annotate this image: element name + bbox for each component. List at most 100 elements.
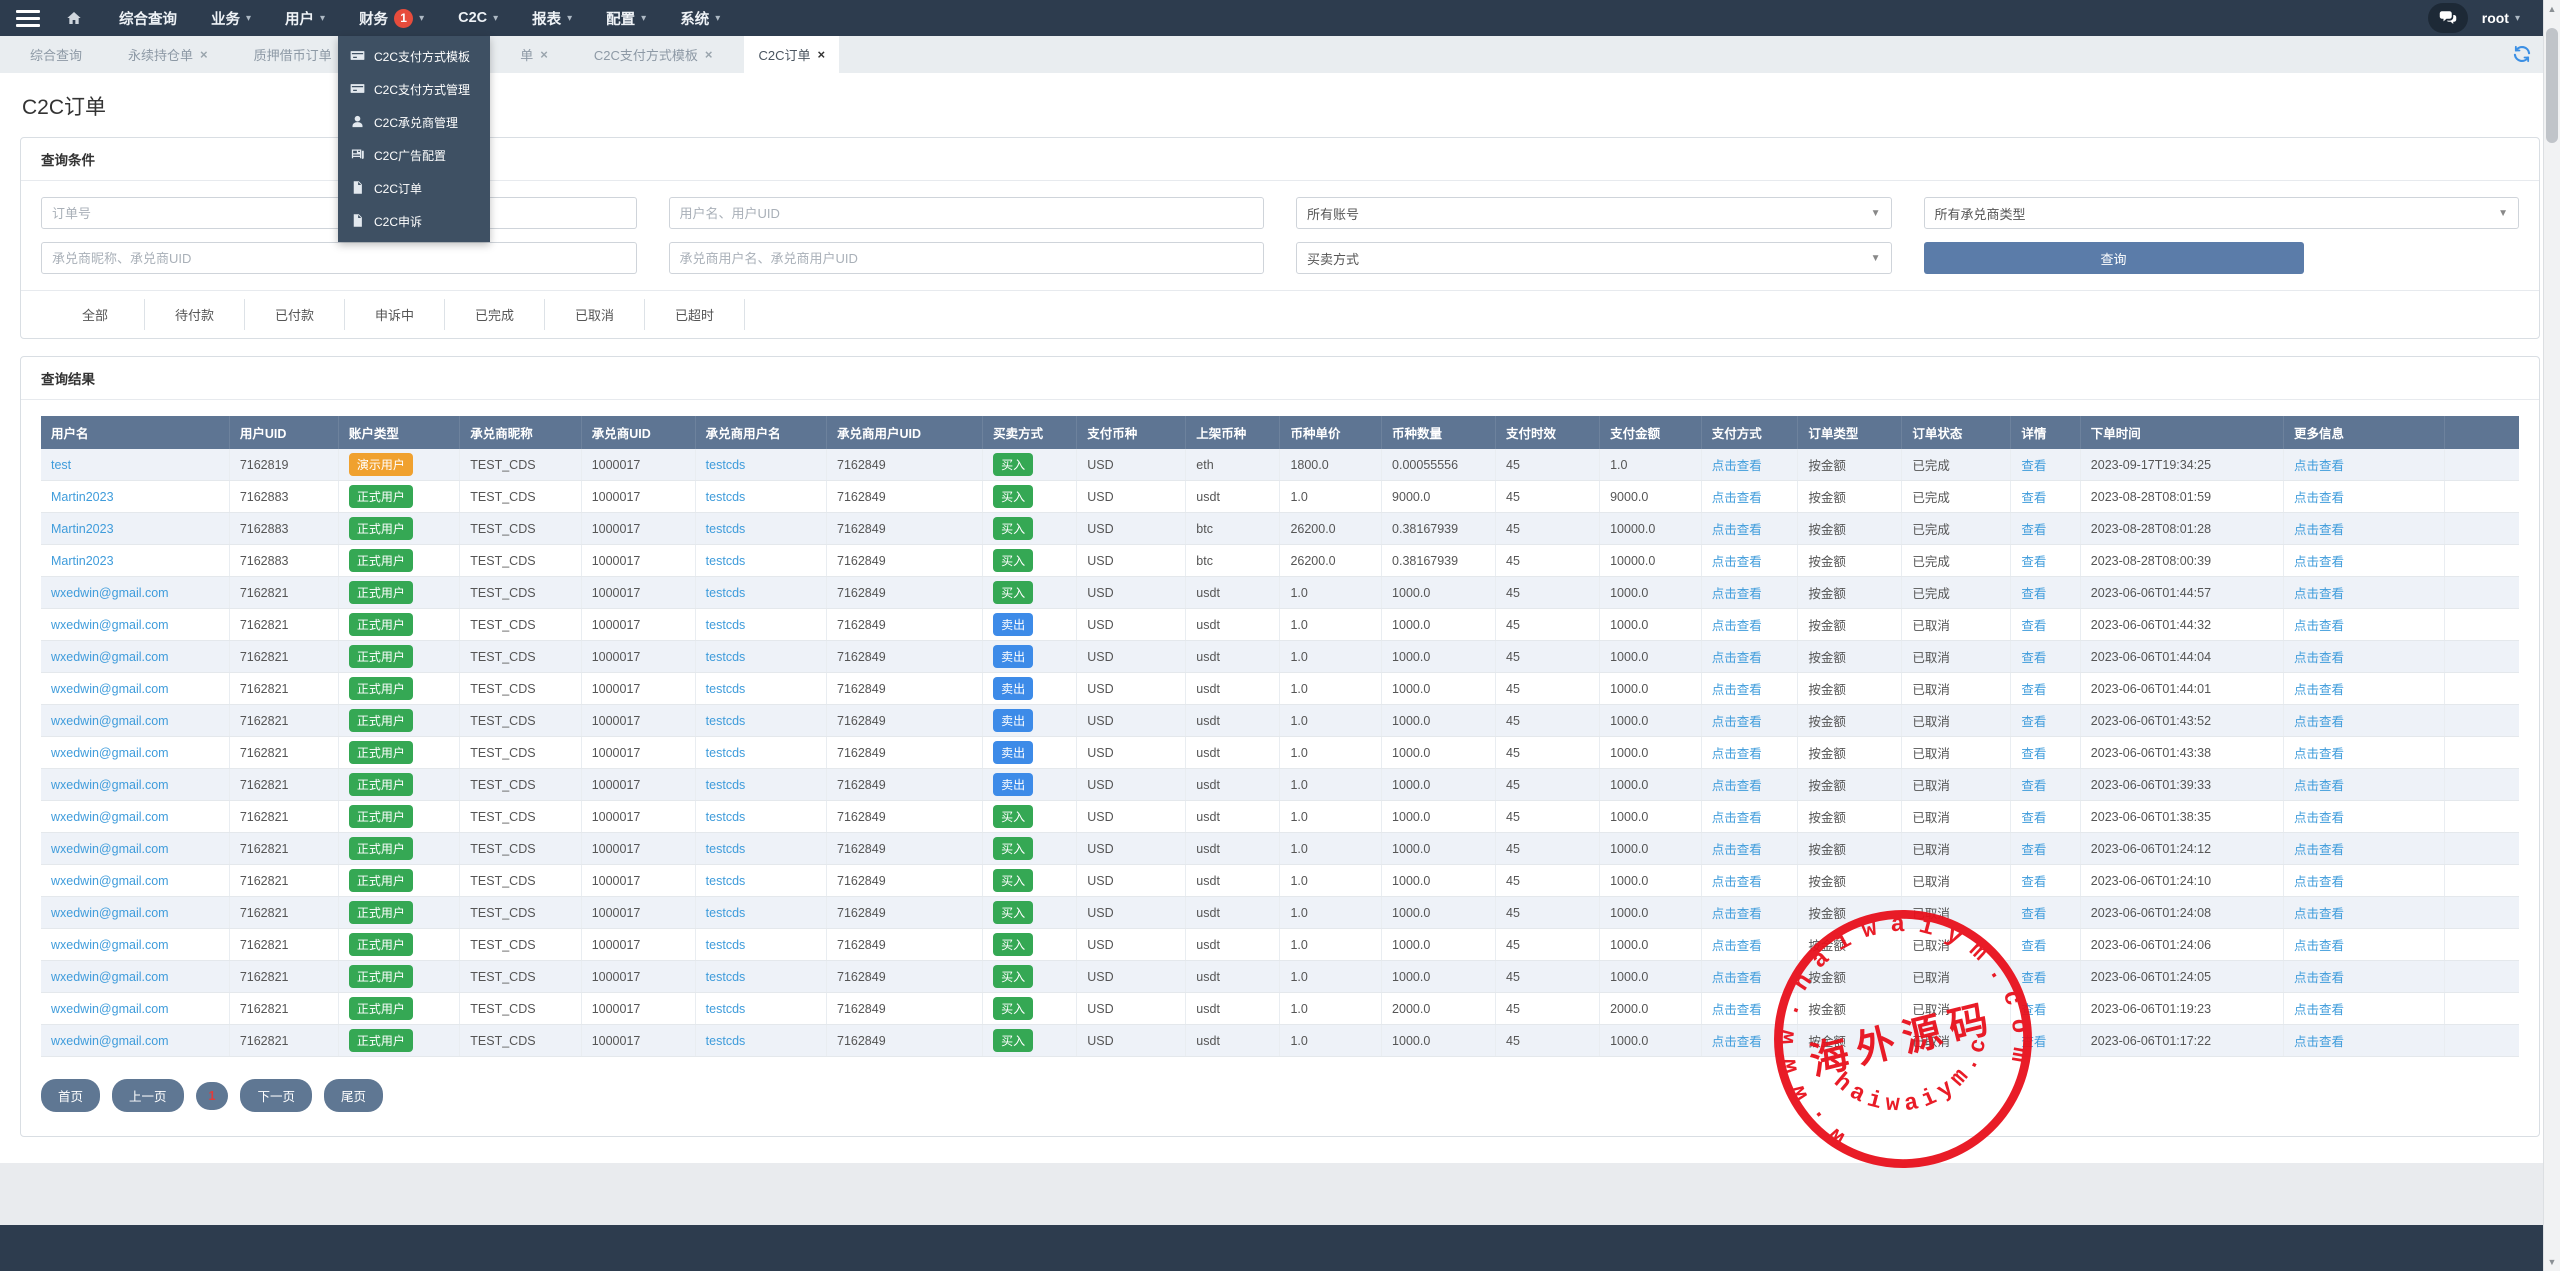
- more-info-link[interactable]: 点击查看: [2294, 491, 2344, 505]
- status-tab-已取消[interactable]: 已取消: [545, 299, 645, 330]
- acceptor-username-link[interactable]: testcds: [706, 874, 746, 888]
- scrollbar-thumb[interactable]: [2546, 28, 2558, 143]
- detail-link[interactable]: 查看: [2021, 715, 2046, 729]
- more-info-link[interactable]: 点击查看: [2294, 683, 2344, 697]
- username-link[interactable]: wxedwin@gmail.com: [51, 938, 169, 952]
- current-page-button[interactable]: 1: [196, 1082, 229, 1110]
- more-info-link[interactable]: 点击查看: [2294, 971, 2344, 985]
- dropdown-item-C2C申诉[interactable]: C2C申诉: [338, 205, 490, 238]
- acceptor-username-link[interactable]: testcds: [706, 714, 746, 728]
- status-tab-已付款[interactable]: 已付款: [245, 299, 345, 330]
- detail-link[interactable]: 查看: [2021, 843, 2046, 857]
- username-link[interactable]: wxedwin@gmail.com: [51, 970, 169, 984]
- acceptor-username-link[interactable]: testcds: [706, 650, 746, 664]
- pay-method-link[interactable]: 点击查看: [1712, 971, 1762, 985]
- detail-link[interactable]: 查看: [2021, 523, 2046, 537]
- username-link[interactable]: wxedwin@gmail.com: [51, 746, 169, 760]
- detail-link[interactable]: 查看: [2021, 811, 2046, 825]
- account-select[interactable]: 所有账号 ▼: [1296, 197, 1892, 229]
- tab-单[interactable]: 单×: [506, 36, 562, 73]
- browser-scrollbar[interactable]: ▲ ▼: [2543, 0, 2560, 1271]
- pay-method-link[interactable]: 点击查看: [1712, 843, 1762, 857]
- pay-method-link[interactable]: 点击查看: [1712, 1003, 1762, 1017]
- acceptor-username-link[interactable]: testcds: [706, 458, 746, 472]
- detail-link[interactable]: 查看: [2021, 971, 2046, 985]
- username-link[interactable]: wxedwin@gmail.com: [51, 586, 169, 600]
- scrollbar-down-arrow[interactable]: ▼: [2544, 1257, 2560, 1267]
- acceptor-username-link[interactable]: testcds: [706, 1034, 746, 1048]
- username-link[interactable]: wxedwin@gmail.com: [51, 1002, 169, 1016]
- username-link[interactable]: wxedwin@gmail.com: [51, 682, 169, 696]
- detail-link[interactable]: 查看: [2021, 939, 2046, 953]
- dropdown-item-C2C订单[interactable]: C2C订单: [338, 172, 490, 205]
- more-info-link[interactable]: 点击查看: [2294, 1003, 2344, 1017]
- more-info-link[interactable]: 点击查看: [2294, 811, 2344, 825]
- scrollbar-up-arrow[interactable]: ▲: [2544, 4, 2560, 14]
- status-tab-申诉中[interactable]: 申诉中: [345, 299, 445, 330]
- home-icon[interactable]: [56, 0, 88, 36]
- tab-永续持仓单[interactable]: 永续持仓单×: [114, 36, 222, 73]
- pay-method-link[interactable]: 点击查看: [1712, 587, 1762, 601]
- more-info-link[interactable]: 点击查看: [2294, 523, 2344, 537]
- chat-button[interactable]: [2428, 3, 2468, 33]
- acceptor-username-link[interactable]: testcds: [706, 586, 746, 600]
- pay-method-link[interactable]: 点击查看: [1712, 619, 1762, 633]
- acceptor-username-link[interactable]: testcds: [706, 682, 746, 696]
- pay-method-link[interactable]: 点击查看: [1712, 907, 1762, 921]
- username-link[interactable]: Martin2023: [51, 490, 114, 504]
- acceptor-username-link[interactable]: testcds: [706, 842, 746, 856]
- acceptor-username-link[interactable]: testcds: [706, 746, 746, 760]
- acceptor-username-link[interactable]: testcds: [706, 618, 746, 632]
- acceptor-username-link[interactable]: testcds: [706, 970, 746, 984]
- more-info-link[interactable]: 点击查看: [2294, 619, 2344, 633]
- acceptor-username-link[interactable]: testcds: [706, 522, 746, 536]
- nav-item-配置[interactable]: 配置▾: [589, 0, 663, 36]
- dropdown-item-C2C广告配置[interactable]: C2C广告配置: [338, 139, 490, 172]
- pay-method-link[interactable]: 点击查看: [1712, 715, 1762, 729]
- status-tab-待付款[interactable]: 待付款: [145, 299, 245, 330]
- more-info-link[interactable]: 点击查看: [2294, 747, 2344, 761]
- nav-item-用户[interactable]: 用户▾: [268, 0, 342, 36]
- detail-link[interactable]: 查看: [2021, 555, 2046, 569]
- detail-link[interactable]: 查看: [2021, 619, 2046, 633]
- detail-link[interactable]: 查看: [2021, 587, 2046, 601]
- detail-link[interactable]: 查看: [2021, 875, 2046, 889]
- username-link[interactable]: wxedwin@gmail.com: [51, 778, 169, 792]
- user-menu[interactable]: root ▾: [2482, 10, 2520, 26]
- acceptor-input[interactable]: [41, 242, 637, 274]
- close-icon[interactable]: ×: [705, 47, 713, 62]
- pay-method-link[interactable]: 点击查看: [1712, 779, 1762, 793]
- username-link[interactable]: wxedwin@gmail.com: [51, 842, 169, 856]
- username-link[interactable]: wxedwin@gmail.com: [51, 714, 169, 728]
- more-info-link[interactable]: 点击查看: [2294, 875, 2344, 889]
- dropdown-item-C2C支付方式管理[interactable]: C2C支付方式管理: [338, 73, 490, 106]
- acceptor-username-link[interactable]: testcds: [706, 810, 746, 824]
- acceptor-username-link[interactable]: testcds: [706, 1002, 746, 1016]
- pay-method-link[interactable]: 点击查看: [1712, 747, 1762, 761]
- acceptor-user-input[interactable]: [669, 242, 1265, 274]
- username-link[interactable]: Martin2023: [51, 554, 114, 568]
- detail-link[interactable]: 查看: [2021, 491, 2046, 505]
- search-button[interactable]: 查询: [1924, 242, 2304, 274]
- more-info-link[interactable]: 点击查看: [2294, 459, 2344, 473]
- tab-C2C支付方式模板[interactable]: C2C支付方式模板×: [580, 36, 727, 73]
- dropdown-item-C2C支付方式模板[interactable]: C2C支付方式模板: [338, 40, 490, 73]
- last-page-button[interactable]: 尾页: [324, 1079, 383, 1112]
- acceptor-username-link[interactable]: testcds: [706, 778, 746, 792]
- nav-item-C2C[interactable]: C2C▾: [441, 0, 515, 36]
- more-info-link[interactable]: 点击查看: [2294, 555, 2344, 569]
- nav-item-系统[interactable]: 系统▾: [663, 0, 737, 36]
- more-info-link[interactable]: 点击查看: [2294, 907, 2344, 921]
- username-link[interactable]: test: [51, 458, 71, 472]
- detail-link[interactable]: 查看: [2021, 683, 2046, 697]
- refresh-icon[interactable]: [2512, 44, 2532, 64]
- username-link[interactable]: wxedwin@gmail.com: [51, 906, 169, 920]
- first-page-button[interactable]: 首页: [41, 1079, 100, 1112]
- status-tab-已超时[interactable]: 已超时: [645, 299, 745, 330]
- username-link[interactable]: wxedwin@gmail.com: [51, 1034, 169, 1048]
- dropdown-item-C2C承兑商管理[interactable]: C2C承兑商管理: [338, 106, 490, 139]
- acceptor-username-link[interactable]: testcds: [706, 490, 746, 504]
- status-tab-已完成[interactable]: 已完成: [445, 299, 545, 330]
- more-info-link[interactable]: 点击查看: [2294, 939, 2344, 953]
- more-info-link[interactable]: 点击查看: [2294, 587, 2344, 601]
